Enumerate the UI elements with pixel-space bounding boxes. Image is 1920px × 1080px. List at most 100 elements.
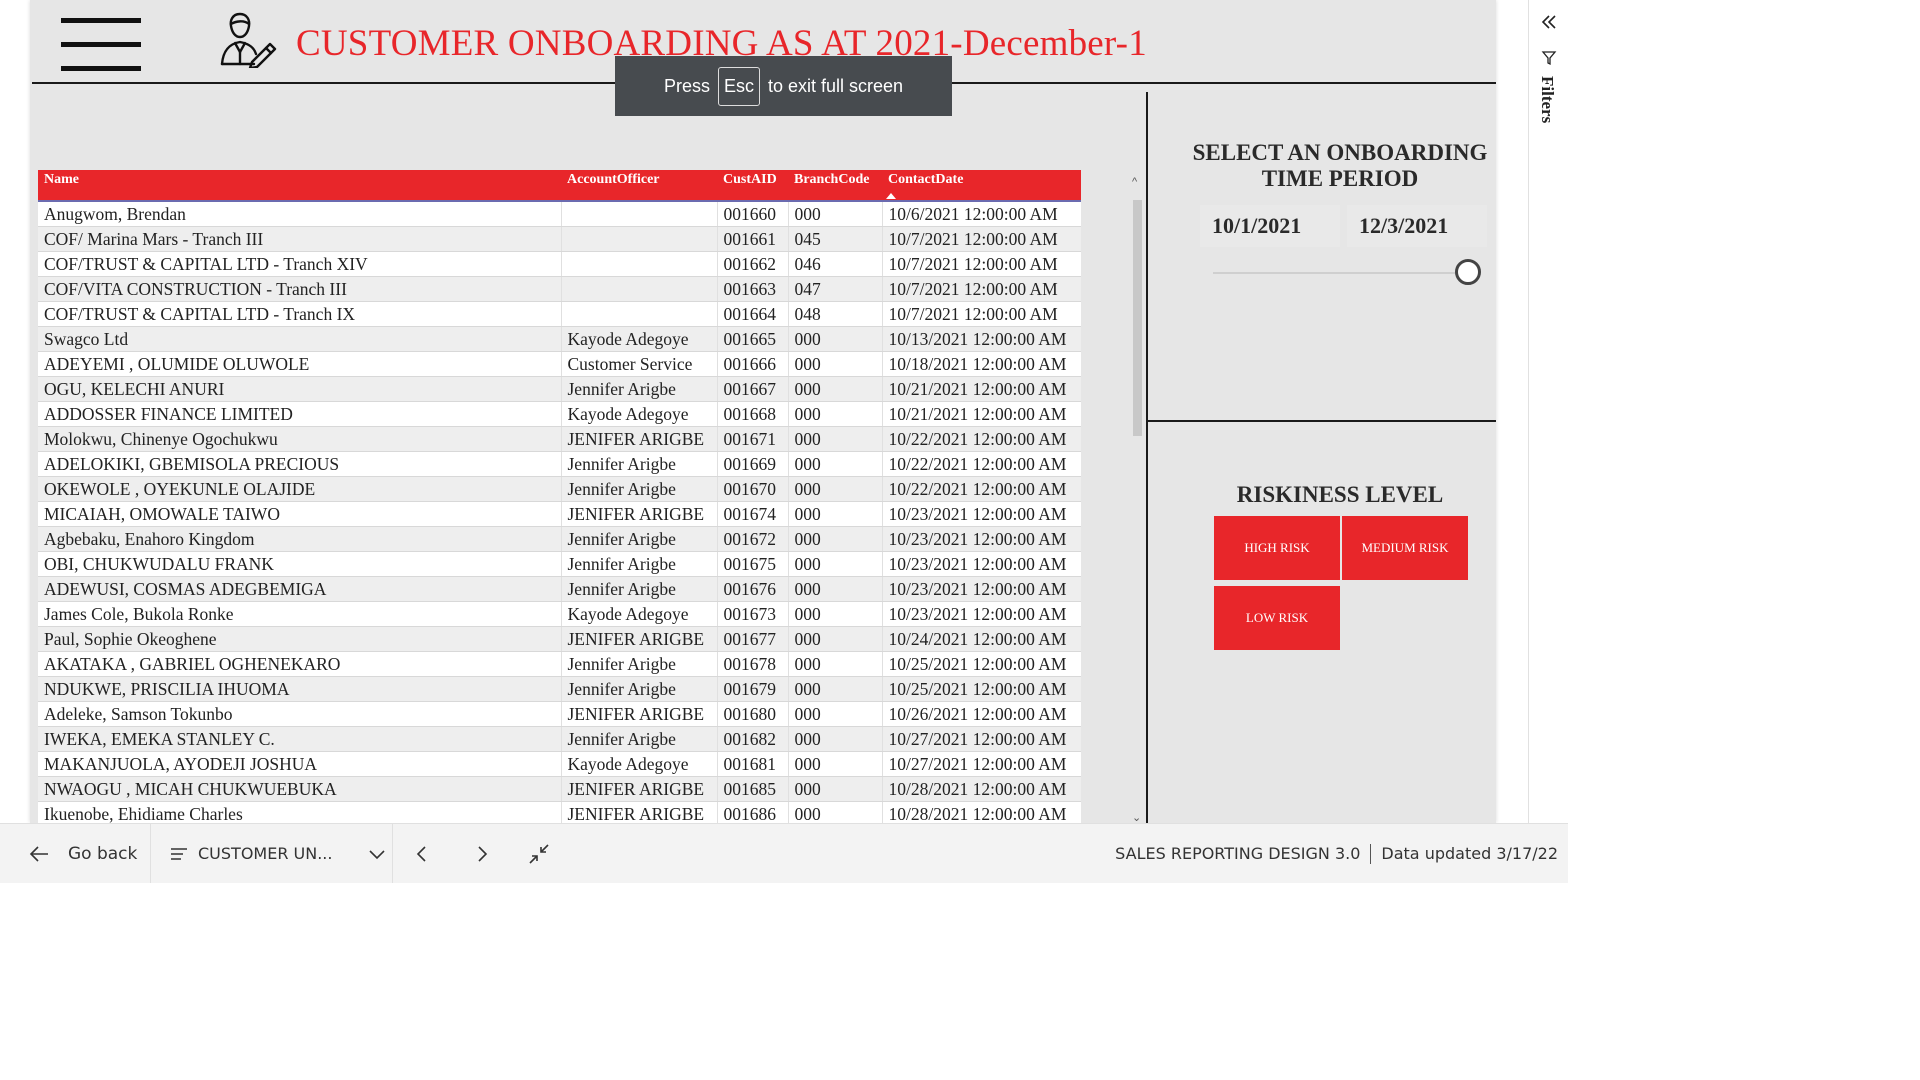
filters-pane[interactable]: Filters [1528, 0, 1569, 823]
previous-page-button[interactable] [412, 824, 432, 883]
table-row[interactable]: ADEWUSI, COSMAS ADEGBEMIGA Jennifer Arigb… [38, 576, 1081, 602]
column-header-contact-date[interactable]: ContactDate [882, 170, 1081, 201]
table-row[interactable]: OKEWOLE , OYEKUNLE OLAJIDE Jennifer Arigb… [38, 476, 1081, 502]
cell-cust-aid: 001664 [716, 301, 788, 327]
toast-rest-text: to exit full screen [767, 75, 904, 96]
cell-account-officer: JENIFER ARIGBE [560, 501, 717, 527]
cell-branch-code: 000 [787, 676, 882, 702]
info-divider [1370, 843, 1372, 864]
date-slider-track[interactable] [1213, 272, 1473, 274]
date-slider-handle[interactable] [1455, 259, 1481, 285]
table-row[interactable]: COF/TRUST & CAPITAL LTD - Tranch XIV 0016… [38, 251, 1081, 277]
column-header-branch-code[interactable]: BranchCode [788, 170, 882, 201]
low-risk-button[interactable]: LOW RISK [1214, 586, 1340, 650]
column-header-account-officer[interactable]: AccountOfficer [561, 170, 717, 201]
cell-cust-aid: 001667 [716, 376, 788, 402]
table-row[interactable]: NDUKWE, PRISCILIA IHUOMA Jennifer Arigbe 0… [38, 676, 1081, 702]
cell-cust-aid: 001686 [716, 801, 788, 823]
cell-branch-code: 000 [787, 651, 882, 677]
table-row[interactable]: Agbebaku, Enahoro Kingdom Jennifer Arigbe… [38, 526, 1081, 552]
cell-name: OGU, KELECHI ANURI [38, 376, 561, 402]
column-header-name[interactable]: Name [38, 170, 561, 201]
table-row[interactable]: Ikuenobe, Ehidiame Charles JENIFER ARIGBE… [38, 801, 1081, 823]
table-row[interactable]: ADELOKIKI, GBEMISOLA PRECIOUS Jennifer Ar… [38, 451, 1081, 477]
high-risk-button[interactable]: HIGH RISK [1214, 516, 1340, 580]
cell-name: Molokwu, Chinenye Ogochukwu [38, 426, 561, 452]
cell-account-officer: Jennifer Arigbe [560, 651, 717, 677]
table-row[interactable]: Anugwom, Brendan 001660 000 10/6/2021 12:00… [38, 201, 1081, 227]
table-scrollbar[interactable]: ^ ⌄ [1130, 172, 1146, 823]
medium-risk-button[interactable]: MEDIUM RISK [1342, 516, 1468, 580]
table-row[interactable]: ADEYEMI , OLUMIDE OLUWOLE Customer Servic… [38, 351, 1081, 377]
start-date-input[interactable]: 10/1/2021 [1200, 205, 1340, 247]
cell-account-officer: Kayode Adegoye [560, 326, 717, 352]
table-row[interactable]: Adeleke, Samson Tokunbo JENIFER ARIGBE 001… [38, 701, 1081, 727]
report-canvas: CUSTOMER ONBOARDING AS AT 2021-December-… [30, 0, 1496, 823]
cell-contact-date: 10/28/2021 12:00:00 AM [881, 801, 1081, 823]
cell-name: James Cole, Bukola Ronke [38, 601, 561, 627]
bottom-navigation-bar: Go back CUSTOMER UN... SALES REPORTING D… [0, 823, 1568, 883]
table-row[interactable]: Swagco Ltd Kayode Adegoye 001665 000 10/13/2… [38, 326, 1081, 352]
scroll-up-icon[interactable]: ^ [1132, 176, 1137, 188]
cell-cust-aid: 001682 [716, 726, 788, 752]
table-row[interactable]: OGU, KELECHI ANURI Jennifer Arigbe 001667 0… [38, 376, 1081, 402]
table-row[interactable]: AKATAKA , GABRIEL OGHENEKARO Jennifer Ari… [38, 651, 1081, 677]
table-row[interactable]: MAKANJUOLA, AYODEJI JOSHUA Kayode Adegoye… [38, 751, 1081, 777]
table-row[interactable]: OBI, CHUKWUDALU FRANK Jennifer Arigbe 0016… [38, 551, 1081, 577]
table-row[interactable]: IWEKA, EMEKA STANLEY C. Jennifer Arigbe 00… [38, 726, 1081, 752]
cell-name: ADEYEMI , OLUMIDE OLUWOLE [38, 351, 561, 377]
cell-branch-code: 000 [787, 526, 882, 552]
table-row[interactable]: COF/TRUST & CAPITAL LTD - Tranch IX 00166… [38, 301, 1081, 327]
exit-fullscreen-button[interactable] [528, 824, 550, 883]
funnel-icon [1541, 51, 1557, 66]
cell-account-officer [560, 301, 717, 327]
page-selector[interactable]: CUSTOMER UN... [170, 824, 386, 883]
cell-cust-aid: 001662 [716, 251, 788, 277]
double-chevron-left-icon[interactable] [1539, 12, 1559, 32]
cell-cust-aid: 001673 [716, 601, 788, 627]
cell-cust-aid: 001676 [716, 576, 788, 602]
next-page-button[interactable] [472, 824, 492, 883]
table-row[interactable]: Molokwu, Chinenye Ogochukwu JENIFER ARIGB… [38, 426, 1081, 452]
cell-account-officer: Jennifer Arigbe [560, 526, 717, 552]
cell-account-officer: Jennifer Arigbe [560, 726, 717, 752]
column-header-contact-date-label: ContactDate [888, 172, 964, 187]
table-row[interactable]: James Cole, Bukola Ronke Kayode Adegoye 00… [38, 601, 1081, 627]
table-row[interactable]: COF/ Marina Mars - Tranch III 001661 045 10… [38, 226, 1081, 252]
cell-branch-code: 000 [787, 326, 882, 352]
go-back-button[interactable]: Go back [28, 824, 137, 883]
table-row[interactable]: COF/VITA CONSTRUCTION - Tranch III 001663… [38, 276, 1081, 302]
user-pen-icon [220, 12, 277, 68]
cell-account-officer [560, 226, 717, 252]
scroll-thumb[interactable] [1133, 200, 1142, 436]
panel-divider-vertical [1146, 92, 1148, 823]
hamburger-menu-icon[interactable] [61, 18, 141, 71]
column-header-cust-aid[interactable]: CustAID [717, 170, 788, 201]
cell-cust-aid: 001685 [716, 776, 788, 802]
cell-contact-date: 10/23/2021 12:00:00 AM [881, 601, 1081, 627]
cell-cust-aid: 001675 [716, 551, 788, 577]
table-row[interactable]: NWAOGU , MICAH CHUKWUEBUKA JENIFER ARIGBE… [38, 776, 1081, 802]
toast-press-text: Press [663, 75, 710, 96]
cell-contact-date: 10/21/2021 12:00:00 AM [881, 376, 1081, 402]
cell-branch-code: 000 [787, 201, 882, 227]
report-name: SALES REPORTING DESIGN 3.0 [1115, 844, 1361, 863]
cell-branch-code: 000 [787, 401, 882, 427]
table-row[interactable]: ADDOSSER FINANCE LIMITED Kayode Adegoye 00… [38, 401, 1081, 427]
end-date-input[interactable]: 12/3/2021 [1347, 205, 1487, 247]
previous-page-icon [416, 845, 426, 862]
table-row[interactable]: MICAIAH, OMOWALE TAIWO JENIFER ARIGBE 0016… [38, 501, 1081, 527]
customer-table[interactable]: Name AccountOfficer CustAID BranchCode C… [38, 170, 1081, 823]
cell-branch-code: 000 [787, 426, 882, 452]
chevron-down-icon[interactable] [368, 848, 386, 860]
scroll-down-icon[interactable]: ⌄ [1132, 811, 1141, 823]
cell-cust-aid: 001665 [716, 326, 788, 352]
cell-contact-date: 10/22/2021 12:00:00 AM [881, 451, 1081, 477]
cell-account-officer: Jennifer Arigbe [560, 476, 717, 502]
cell-contact-date: 10/26/2021 12:00:00 AM [881, 701, 1081, 727]
cell-branch-code: 000 [787, 776, 882, 802]
filters-label[interactable]: Filters [1537, 76, 1557, 123]
table-row[interactable]: Paul, Sophie Okeoghene JENIFER ARIGBE 0016… [38, 626, 1081, 652]
cell-branch-code: 045 [787, 226, 882, 252]
cell-cust-aid: 001671 [716, 426, 788, 452]
